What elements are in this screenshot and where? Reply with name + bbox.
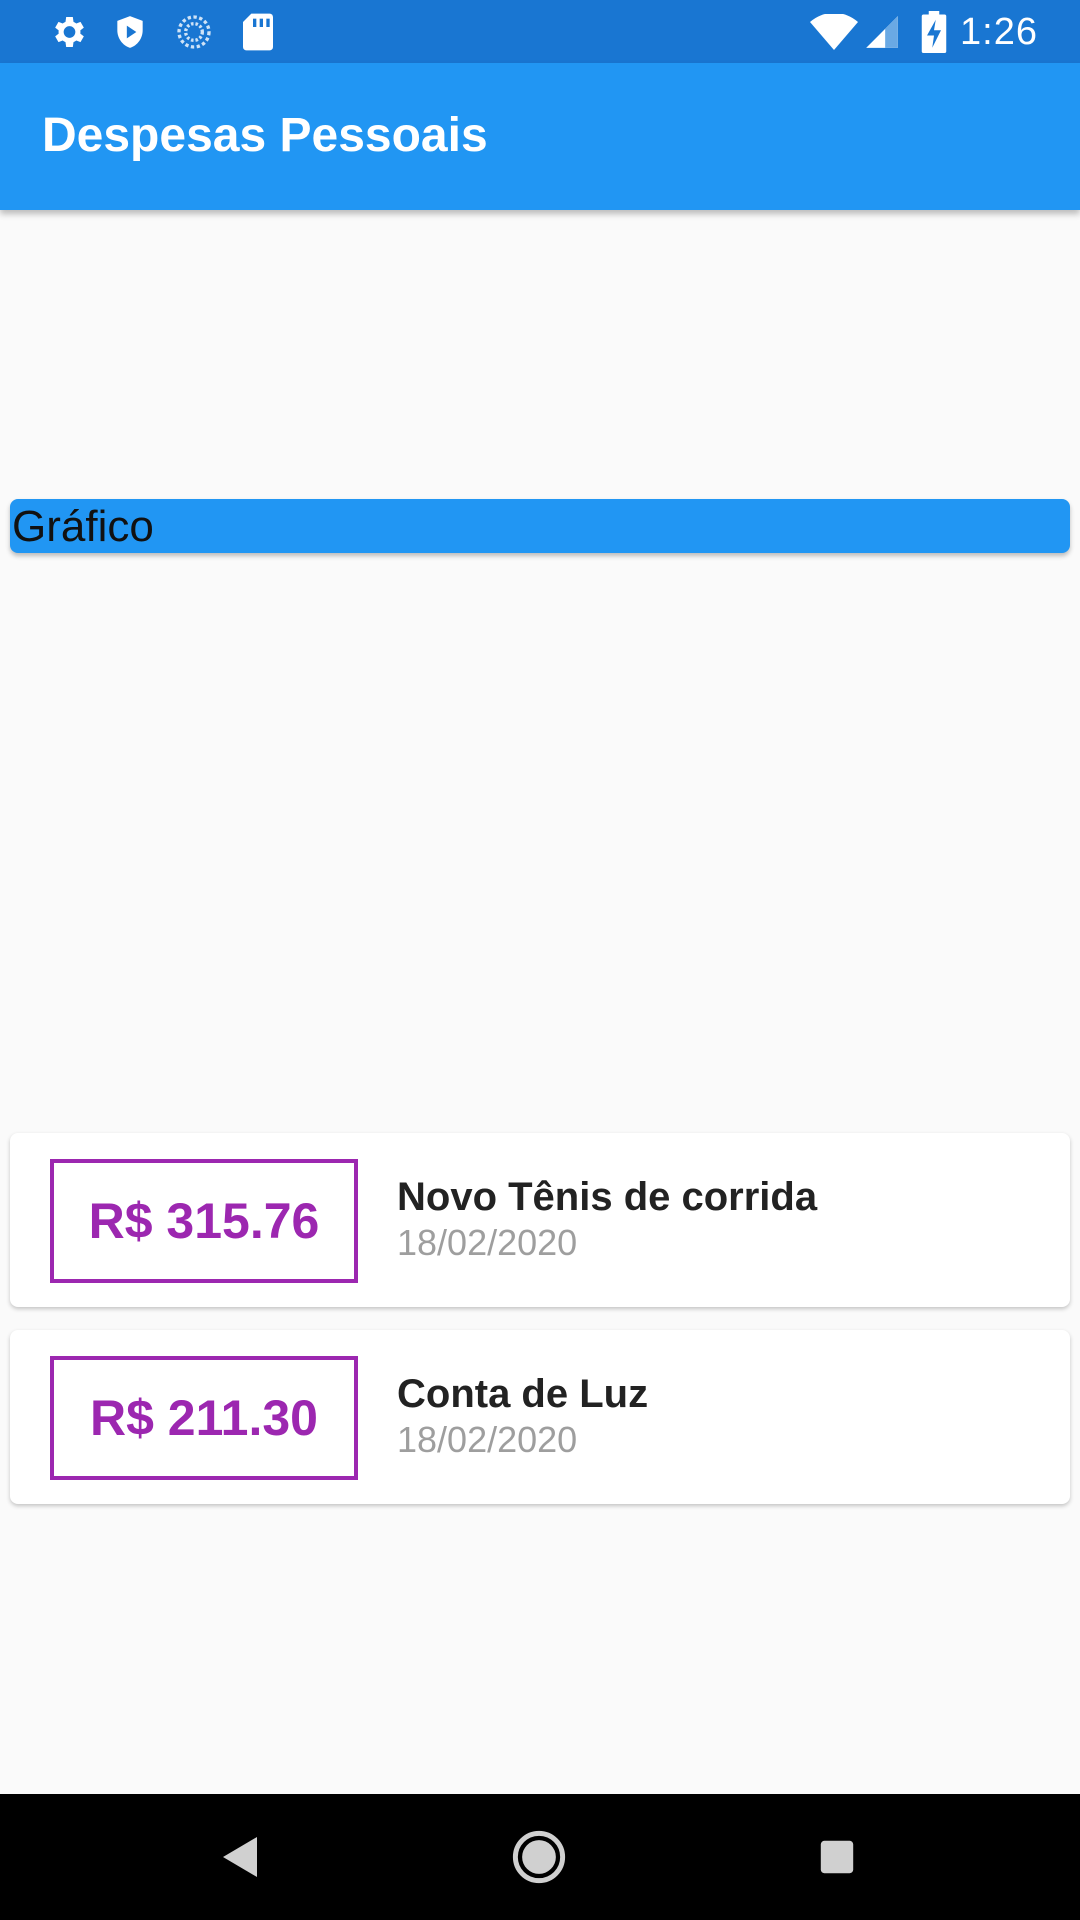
transaction-amount: R$ 315.76 — [88, 1193, 320, 1249]
battery-charging-icon — [916, 11, 952, 53]
shield-icon — [110, 12, 150, 52]
transaction-date: 18/02/2020 — [397, 1419, 578, 1460]
gear-icon — [48, 12, 88, 52]
wifi-icon — [810, 12, 858, 52]
transaction-title: Conta de Luz — [397, 1372, 649, 1416]
amount-box: R$ 315.76 — [50, 1159, 358, 1283]
recents-icon[interactable] — [802, 1822, 872, 1892]
amount-box: R$ 211.30 — [50, 1356, 358, 1480]
back-icon[interactable] — [206, 1822, 276, 1892]
status-time: 1:26 — [960, 11, 1038, 53]
app-bar: Despesas Pessoais — [0, 63, 1080, 210]
transaction-card[interactable]: R$ 315.76 Novo Tênis de corrida 18/02/20… — [10, 1133, 1070, 1307]
chart-card: Gráfico — [10, 499, 1070, 553]
transaction-title: Novo Tênis de corrida — [397, 1175, 818, 1219]
chart-label: Gráfico — [12, 502, 154, 551]
cell-signal-icon — [862, 12, 902, 52]
sd-card-icon — [238, 12, 278, 52]
transaction-date: 18/02/2020 — [397, 1222, 578, 1263]
page-title: Despesas Pessoais — [42, 109, 488, 162]
home-icon[interactable] — [504, 1822, 574, 1892]
status-bar: 1:26 — [0, 0, 1080, 63]
navigation-bar — [0, 1794, 1080, 1920]
sync-icon — [174, 12, 214, 52]
transaction-card[interactable]: R$ 211.30 Conta de Luz 18/02/2020 — [10, 1330, 1070, 1504]
transaction-amount: R$ 211.30 — [90, 1390, 318, 1446]
